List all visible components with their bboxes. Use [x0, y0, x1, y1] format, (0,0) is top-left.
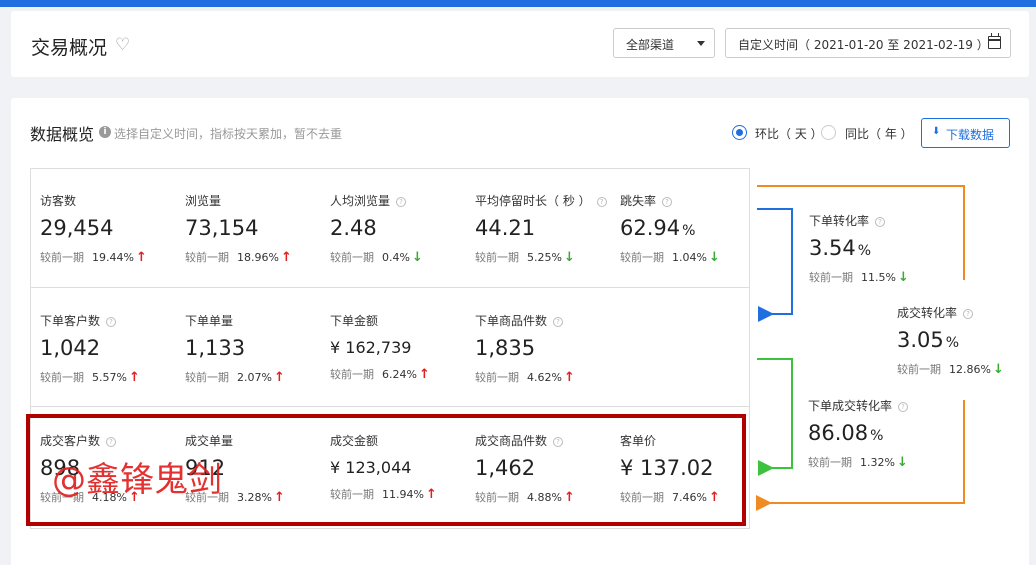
arrow-down-icon: ↓: [896, 455, 908, 470]
flow-line-green: [757, 358, 793, 476]
metric-value: 86.08%: [808, 421, 884, 445]
metric-compare: 较前一期 1.32% ↓: [808, 455, 908, 470]
watermark-text: @鑫锋鬼剑: [52, 460, 222, 500]
arrow-down-icon: ↓: [992, 362, 1004, 377]
metric-label: 下单成交转化率?: [808, 397, 948, 414]
funnel-order-deal-conversion: 下单成交转化率? 86.08% 较前一期 1.32% ↓: [808, 397, 948, 470]
funnel-order-conversion: 下单转化率? 3.54% 较前一期 11.5% ↓: [809, 212, 949, 285]
help-icon[interactable]: ?: [875, 217, 886, 227]
metric-compare: 较前一期 11.5% ↓: [809, 270, 909, 285]
metric-label: 成交转化率?: [897, 304, 1036, 321]
help-icon[interactable]: ?: [963, 309, 974, 319]
help-icon[interactable]: ?: [898, 402, 909, 412]
metric-compare: 较前一期 12.86% ↓: [897, 362, 1004, 377]
funnel-deal-conversion: 成交转化率? 3.05% 较前一期 12.86% ↓: [897, 304, 1036, 377]
metric-value: 3.54%: [809, 236, 872, 260]
arrow-down-icon: ↓: [897, 270, 909, 285]
metric-label: 下单转化率?: [809, 212, 949, 229]
metric-value: 3.05%: [897, 328, 960, 352]
flow-line-blue: [757, 208, 793, 322]
